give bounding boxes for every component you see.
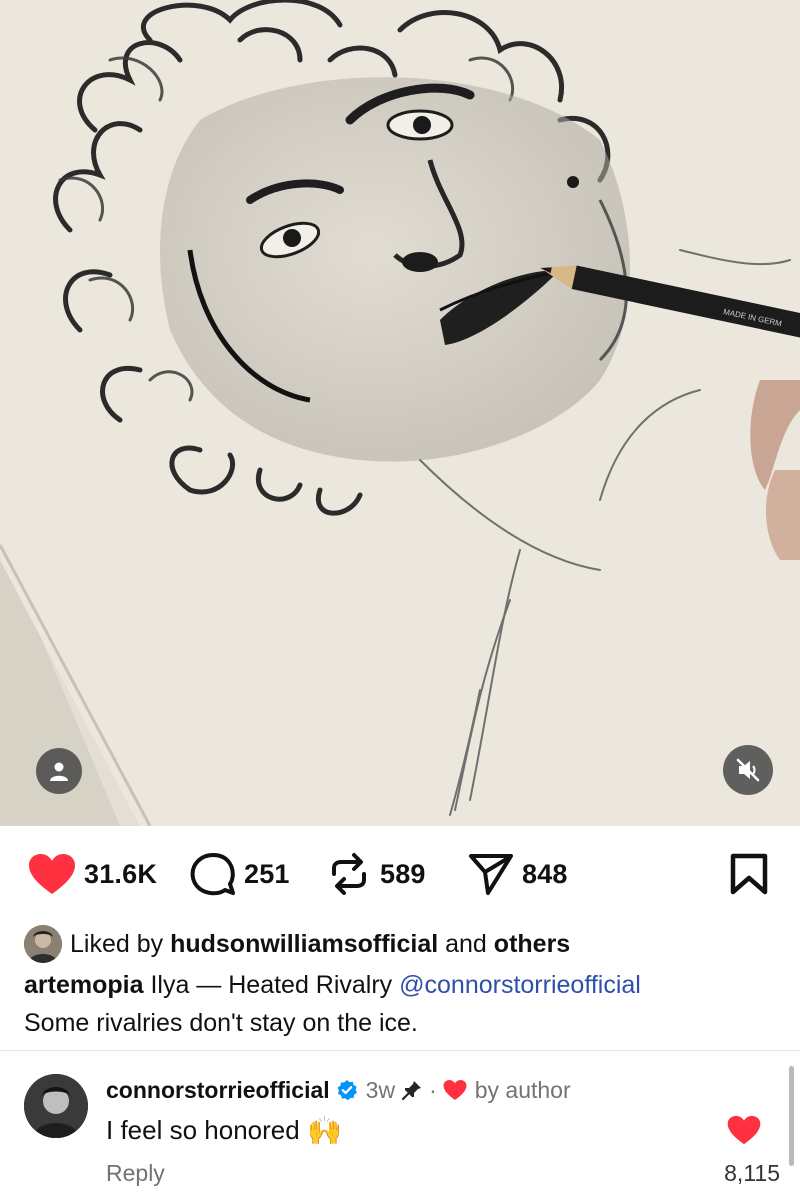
liked-by-author-label: by author — [474, 1076, 571, 1103]
avatar-image — [24, 925, 62, 963]
speaker-muted-icon — [736, 758, 760, 782]
reply-button[interactable]: Reply — [106, 1160, 165, 1187]
liked-by-prefix: Liked by — [70, 929, 164, 958]
post-media[interactable]: MADE IN GERM — [0, 0, 800, 826]
comment-header: connorstorrieofficial 3w · by author — [106, 1072, 571, 1108]
comment-like-count: 8,115 — [724, 1160, 780, 1186]
avatar-image — [24, 1074, 88, 1138]
heart-filled-icon[interactable] — [28, 853, 76, 895]
caption-text: Ilya — Heated Rivalry — [150, 971, 393, 999]
liked-by-row[interactable]: Liked by hudsonwilliamsofficial and othe… — [24, 924, 570, 964]
repost-count: 589 — [380, 858, 426, 889]
heart-filled-icon — [443, 1080, 467, 1100]
raising-hands-emoji: 🙌 — [306, 1114, 342, 1146]
verified-badge-icon — [337, 1080, 357, 1101]
caption-line-2: Some rivalries don't stay on the ice. — [24, 1009, 418, 1037]
share-action[interactable]: 848 — [468, 852, 568, 896]
comment-like-button[interactable] — [727, 1115, 761, 1150]
repost-icon[interactable] — [326, 852, 372, 896]
person-icon — [50, 762, 68, 781]
scrollbar[interactable] — [789, 1066, 794, 1166]
tag-people-button[interactable] — [36, 748, 82, 794]
comment-author-name[interactable]: connorstorrieofficial — [106, 1077, 330, 1104]
caption-mention-link[interactable]: @connorstorrieofficial — [399, 971, 641, 999]
heart-filled-icon[interactable] — [727, 1115, 761, 1145]
liked-by-user-link[interactable]: hudsonwilliamsofficial — [170, 930, 438, 959]
send-paper-plane-icon[interactable] — [468, 852, 514, 896]
pin-icon — [401, 1081, 422, 1101]
drawing-illustration: MADE IN GERM — [0, 0, 800, 826]
comment-bubble-icon[interactable] — [190, 852, 236, 896]
comment-count: 251 — [244, 858, 290, 889]
divider — [0, 1050, 800, 1051]
comment-text: I feel so honored — [106, 1114, 300, 1145]
post-caption: artemopia Ilya — Heated Rivalry @connors… — [24, 966, 784, 1042]
liked-by-joiner: and — [445, 929, 487, 958]
comment-time: 3w — [365, 1076, 396, 1103]
comment-action[interactable]: 251 — [190, 852, 290, 896]
liked-by-others-link[interactable]: others — [494, 930, 570, 959]
liked-by-avatar[interactable] — [24, 925, 62, 963]
post-action-bar: 31.6K 251 589 848 — [0, 826, 800, 922]
like-action[interactable]: 31.6K — [28, 852, 157, 896]
like-count: 31.6K — [84, 858, 158, 889]
caption-username[interactable]: artemopia — [24, 971, 143, 999]
comment-separator: · — [429, 1076, 437, 1103]
mute-toggle-button[interactable] — [723, 745, 773, 795]
comment-author-avatar[interactable] — [24, 1074, 88, 1138]
repost-action[interactable]: 589 — [326, 852, 426, 896]
comment-body: I feel so honored 🙌 — [106, 1110, 342, 1150]
share-count: 848 — [522, 858, 568, 889]
bookmark-icon[interactable] — [729, 853, 769, 895]
